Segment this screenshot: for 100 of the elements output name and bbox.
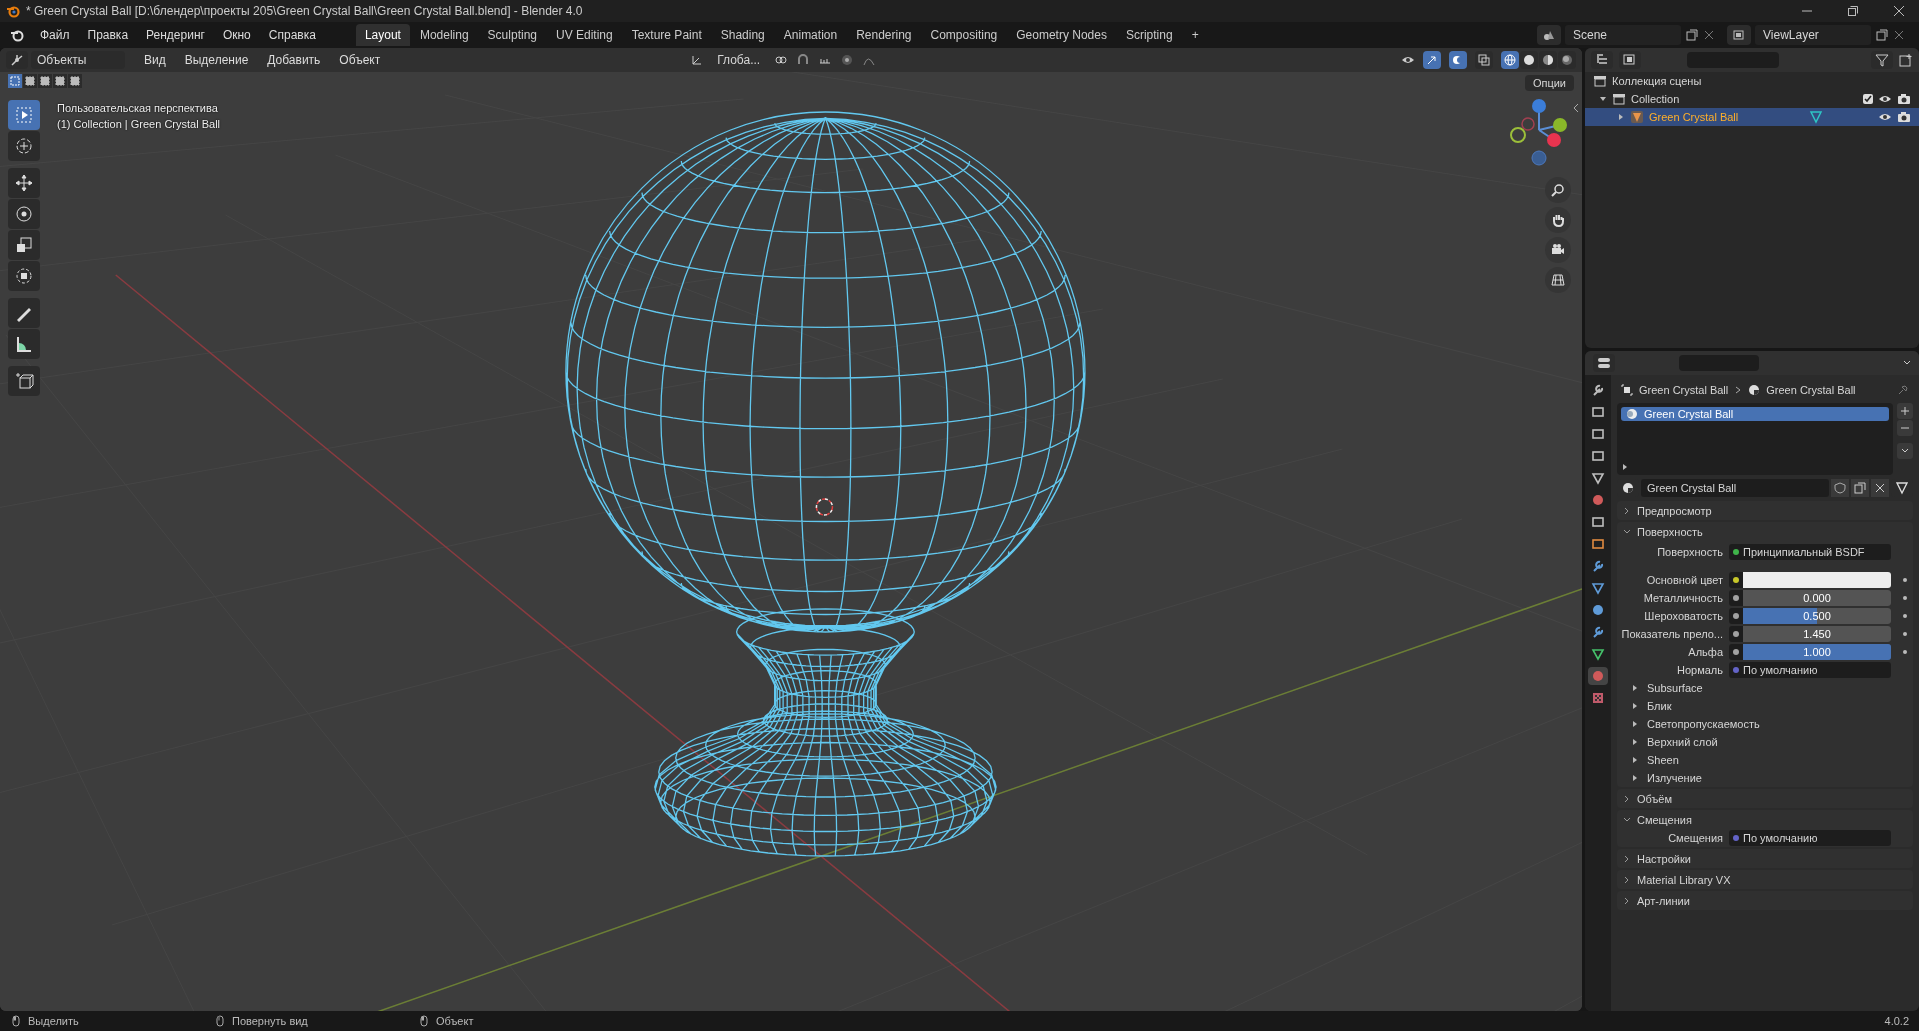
mode-dropdown[interactable]: Объекты: [31, 51, 125, 69]
chevron-icon[interactable]: [1623, 854, 1631, 863]
workspace-tab[interactable]: Scripting: [1116, 24, 1182, 46]
scene-icon[interactable]: [1537, 25, 1561, 45]
workspace-tab[interactable]: Sculpting: [478, 24, 546, 46]
expand-arrow-icon[interactable]: [1617, 113, 1625, 121]
toggle-switch-icon[interactable]: [1593, 354, 1615, 372]
subpanel-title[interactable]: Sheen: [1647, 754, 1679, 766]
copy-icon[interactable]: [1685, 28, 1699, 42]
view-layer-field[interactable]: ViewLayer: [1755, 25, 1871, 45]
menu-item[interactable]: Справка: [260, 25, 324, 45]
pencil-icon[interactable]: [8, 298, 40, 328]
select-box-icon[interactable]: [8, 100, 40, 130]
workspace-tab[interactable]: UV Editing: [547, 24, 622, 46]
axis-gizmo-drawing[interactable]: [1510, 98, 1568, 166]
chevron-icon[interactable]: [1623, 815, 1631, 824]
outliner-item[interactable]: Green Crystal Ball: [1649, 111, 1739, 123]
menu-item[interactable]: Вид: [136, 50, 174, 70]
add-cube-icon[interactable]: [8, 366, 40, 396]
panel-title[interactable]: Поверхность: [1637, 525, 1703, 538]
menu-item[interactable]: Объект: [331, 50, 389, 70]
scale-icon[interactable]: [8, 230, 40, 260]
ruler-icon[interactable]: [8, 329, 40, 359]
workspace-tab[interactable]: Geometry Nodes: [1007, 24, 1116, 46]
magnet-icon[interactable]: [796, 53, 811, 67]
list-tree-icon[interactable]: [1591, 51, 1613, 69]
keyframe-dot[interactable]: [1903, 578, 1907, 582]
workspace-tab[interactable]: Rendering: [847, 24, 921, 46]
keyframe-dot[interactable]: [1903, 650, 1907, 654]
panel-title[interactable]: Настройки: [1637, 852, 1691, 865]
panel-title[interactable]: Смещения: [1637, 813, 1692, 826]
cursor-icon[interactable]: [8, 131, 40, 161]
socket-dot[interactable]: [1733, 549, 1739, 555]
options-dropdown[interactable]: Опции: [1524, 75, 1574, 91]
filter-icon[interactable]: [1871, 51, 1893, 69]
menu-item[interactable]: Добавить: [259, 50, 329, 70]
wireframe-sphere-icon[interactable]: [1501, 51, 1519, 69]
3d-cursor-icon[interactable]: [815, 498, 834, 516]
mesh-data-icon[interactable]: [1809, 110, 1824, 124]
select-mode-icon[interactable]: [68, 74, 82, 88]
workspace-tab[interactable]: Compositing: [921, 24, 1007, 46]
slider-field[interactable]: 1.000: [1743, 644, 1891, 660]
chevron-icon[interactable]: [1623, 896, 1631, 905]
number-field[interactable]: 1.450: [1743, 626, 1891, 642]
minus-icon[interactable]: [1897, 420, 1913, 436]
material-name-field[interactable]: Green Crystal Ball: [1641, 479, 1829, 497]
shield-icon[interactable]: [1831, 479, 1849, 497]
socket-dot[interactable]: [1733, 631, 1739, 637]
panel-title[interactable]: Арт-линии: [1637, 894, 1690, 907]
workspace-tab[interactable]: Animation: [774, 24, 847, 46]
expand-arrow-icon[interactable]: [1621, 463, 1629, 471]
checkbox[interactable]: [1863, 94, 1873, 104]
restore-icon[interactable]: [1847, 5, 1859, 17]
rotate-icon[interactable]: [8, 199, 40, 229]
expand-arrow-icon[interactable]: [1631, 684, 1639, 692]
pin-icon[interactable]: [1897, 384, 1909, 396]
new-collection-icon[interactable]: [1899, 53, 1913, 67]
overlays-icon[interactable]: [1449, 51, 1467, 69]
color-swatch[interactable]: [1743, 572, 1891, 588]
close-icon[interactable]: [1871, 479, 1889, 497]
socket-dot[interactable]: [1733, 577, 1739, 583]
add-workspace-button[interactable]: +: [1182, 24, 1208, 46]
close-icon[interactable]: [1893, 29, 1905, 41]
slider-field[interactable]: 0.000: [1743, 590, 1891, 606]
workspace-tab[interactable]: Shading: [711, 24, 774, 46]
xray-icon[interactable]: [1475, 51, 1493, 69]
menu-item[interactable]: Окно: [214, 25, 259, 45]
panel-title[interactable]: Предпросмотр: [1637, 504, 1712, 517]
workspace-tab[interactable]: Layout: [355, 24, 410, 46]
camera-icon[interactable]: [1897, 92, 1911, 106]
blender-logo-icon[interactable]: [10, 28, 24, 42]
select-mode-icon[interactable]: [38, 74, 52, 88]
wireframe-sphere-drawing[interactable]: [565, 111, 1086, 857]
copy-icon[interactable]: [1875, 28, 1889, 42]
menu-item[interactable]: Правка: [79, 25, 137, 45]
socket-dot[interactable]: [1733, 595, 1739, 601]
outliner-item[interactable]: Коллекция сцены: [1612, 75, 1702, 87]
scene-field[interactable]: Scene: [1565, 25, 1681, 45]
subpanel-title[interactable]: Блик: [1647, 700, 1672, 712]
expand-arrow-icon[interactable]: [1631, 774, 1639, 782]
image-stack-icon[interactable]: [1727, 25, 1751, 45]
socket-dot[interactable]: [1733, 835, 1739, 841]
move-icon[interactable]: [8, 168, 40, 198]
expand-arrow-icon[interactable]: [1631, 738, 1639, 746]
camera-icon[interactable]: [1897, 110, 1911, 124]
chevron-icon[interactable]: [1623, 527, 1631, 536]
close-icon[interactable]: [1893, 5, 1905, 17]
axes-icon[interactable]: [691, 54, 704, 66]
plus-icon[interactable]: [1897, 403, 1913, 419]
subpanel-title[interactable]: Subsurface: [1647, 682, 1703, 694]
slider-field[interactable]: 0.500: [1743, 608, 1891, 624]
select-mode-icon[interactable]: [23, 74, 37, 88]
socket-dot[interactable]: [1733, 613, 1739, 619]
pivot-icon[interactable]: [774, 53, 789, 67]
proportional-edit-icon[interactable]: [840, 53, 855, 67]
keyframe-dot[interactable]: [1903, 632, 1907, 636]
expand-arrow-icon[interactable]: [1631, 756, 1639, 764]
subpanel-title[interactable]: Излучение: [1647, 772, 1702, 784]
orientation-dropdown[interactable]: Глоба...: [711, 51, 767, 69]
keyframe-dot[interactable]: [1903, 614, 1907, 618]
